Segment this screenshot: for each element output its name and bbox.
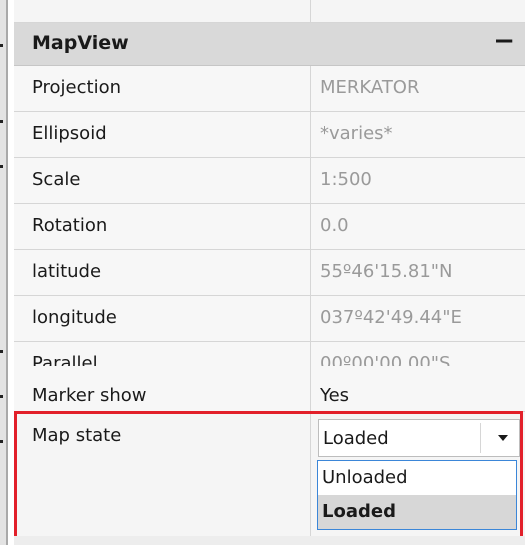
property-value: 55º46'15.81"N [320, 261, 453, 282]
property-value: MERKATOR [320, 77, 420, 98]
property-name: longitude [32, 307, 117, 328]
column-divider [310, 414, 311, 542]
column-divider [310, 112, 311, 157]
combo-divider [480, 423, 481, 453]
option-loaded[interactable]: Loaded [318, 495, 516, 529]
resize-tick [0, 120, 3, 123]
mapview-header[interactable]: MapView − [14, 23, 525, 66]
window-left-line [6, 0, 8, 545]
map-state-select[interactable]: Loaded [318, 419, 520, 457]
mapview-title: MapView [32, 32, 129, 54]
option-label: Unloaded [322, 467, 408, 488]
column-divider [310, 66, 311, 111]
panel-top-strip [14, 0, 525, 23]
column-divider [310, 366, 311, 411]
property-name: Ellipsoid [32, 123, 107, 144]
property-name: Map state [32, 425, 122, 446]
column-divider [310, 204, 311, 249]
property-name: Projection [32, 77, 122, 98]
property-value: Yes [320, 385, 350, 406]
resize-tick [0, 440, 3, 443]
option-label: Loaded [322, 501, 396, 522]
resize-tick [0, 165, 3, 168]
property-row-projection[interactable]: Projection MERKATOR [14, 66, 525, 112]
collapse-icon[interactable]: − [493, 26, 515, 56]
property-name: Rotation [32, 215, 108, 236]
column-divider [310, 250, 311, 295]
map-state-dropdown-list: Unloaded Loaded [317, 460, 517, 530]
resize-tick [0, 350, 3, 353]
property-value: 037º42'49.44"E [320, 307, 462, 328]
resize-tick [0, 395, 3, 398]
property-value: 1:500 [320, 169, 372, 190]
option-unloaded[interactable]: Unloaded [318, 461, 516, 495]
property-row-rotation[interactable]: Rotation 0.0 [14, 204, 525, 250]
property-name: Scale [32, 169, 81, 190]
property-row-latitude[interactable]: latitude 55º46'15.81"N [14, 250, 525, 296]
column-divider [310, 0, 311, 22]
property-value: 0.0 [320, 215, 349, 236]
property-row-ellipsoid[interactable]: Ellipsoid *varies* [14, 112, 525, 158]
property-row-longitude[interactable]: longitude 037º42'49.44"E [14, 296, 525, 342]
property-value: *varies* [320, 123, 393, 144]
property-panel: MapView − Projection MERKATOR Ellipsoid … [14, 0, 525, 545]
property-row-scale[interactable]: Scale 1:500 [14, 158, 525, 204]
map-state-current-value: Loaded [323, 428, 389, 449]
resize-tick [0, 44, 3, 47]
column-divider [310, 296, 311, 341]
property-name: Marker show [32, 385, 147, 406]
property-name: latitude [32, 261, 102, 282]
column-divider [310, 158, 311, 203]
property-row-marker-show[interactable]: Marker show Yes [14, 366, 525, 412]
panel-bottom-edge [14, 536, 525, 545]
triangle-down-icon[interactable] [490, 424, 516, 452]
